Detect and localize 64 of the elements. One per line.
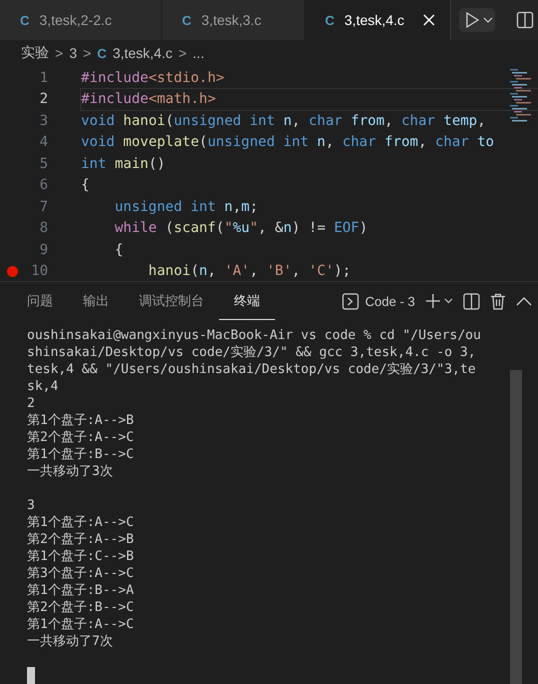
code-line: #include<stdio.h>	[81, 70, 224, 86]
terminal-line: 第2个盘子:A-->B	[27, 531, 135, 548]
split-terminal-icon[interactable]	[463, 292, 480, 310]
line-number: 9	[40, 242, 48, 258]
terminal-line: 一共移动了7次	[27, 633, 114, 650]
code-line: {	[114, 242, 124, 258]
scrollbar[interactable]	[510, 370, 522, 684]
terminal-line: 一共移动了3次	[27, 463, 114, 480]
line-number: 3	[40, 112, 48, 129]
breadcrumb-separator: >	[55, 45, 64, 61]
line-number: 4	[40, 134, 48, 150]
terminal-line: tesk,4 && "/Users/oushinsakai/Desktop/vs code/实验/3/"3,te	[27, 361, 477, 378]
code-line: while (scanf("%u", &n) != EOF)	[114, 220, 368, 236]
breadcrumb-separator: >	[82, 45, 92, 61]
trash-icon[interactable]	[490, 292, 506, 310]
code-line: int main()	[81, 156, 166, 172]
editor-tab[interactable]: C 3,tesk,2-2.c	[0, 0, 162, 40]
line-number: 2	[40, 91, 48, 108]
terminal-icon[interactable]	[342, 292, 360, 310]
terminal-line: 第1个盘子:C-->B	[27, 548, 135, 565]
terminal-line: 第1个盘子:A-->C	[27, 514, 135, 531]
chevron-down-icon[interactable]	[483, 15, 493, 25]
terminal-line: 第3个盘子:A-->C	[27, 565, 135, 582]
line-number: 6	[40, 177, 48, 194]
code-line: #include<math.h>	[81, 91, 216, 108]
code-line: hanoi(n, 'A', 'B', 'C');	[147, 263, 351, 280]
editor-tab[interactable]: C 3,tesk,3.c	[162, 0, 305, 40]
terminal-line: 第1个盘子:A-->B	[27, 412, 135, 429]
close-icon[interactable]	[423, 14, 435, 26]
terminal-line: 第1个盘子:B-->C	[27, 446, 135, 463]
line-number: 7	[40, 198, 48, 215]
terminal-line: shinsakai/Desktop/vs code/实验/3/" && gcc 3,tesk,4.c -o 3,	[27, 344, 477, 361]
breadcrumb-item[interactable]: 3	[69, 45, 77, 61]
line-number: 1	[40, 70, 48, 86]
code-line: void moveplate(unsigned int n, char from, char to	[81, 134, 494, 150]
code-line: void hanoi(unsigned int n, char from, char temp,	[81, 112, 486, 129]
terminal-line: 第2个盘子:B-->C	[27, 599, 135, 616]
terminal-selector[interactable]: Code - 3	[342, 292, 415, 310]
breadcrumb-item[interactable]: 实验	[21, 44, 49, 62]
terminal-line: 第2个盘子:A-->C	[27, 429, 135, 446]
terminal-line: 3	[27, 497, 36, 514]
panel-tab[interactable]: 调试控制台	[124, 282, 219, 320]
code-line: unsigned int n,m;	[114, 198, 258, 215]
breadcrumb-item[interactable]: ...	[192, 45, 204, 61]
panel-tab[interactable]: 终端	[219, 282, 275, 320]
line-number: 10	[31, 263, 48, 280]
terminal-line: oushinsakai@wangxinyus-MacBook-Air vs code % cd "/Users/ou	[27, 327, 482, 344]
line-number: 5	[40, 156, 48, 172]
code-line: {	[81, 177, 90, 194]
terminal-line: 第1个盘子:A-->C	[27, 616, 135, 633]
breadcrumb-item[interactable]: C 3,tesk,4.c	[97, 45, 172, 61]
breadcrumb-separator: >	[178, 45, 187, 61]
panel-tab[interactable]: 输出	[68, 282, 124, 320]
add-icon[interactable]	[425, 293, 453, 309]
terminal-line: 2	[27, 395, 36, 412]
panel-tab[interactable]: 问题	[12, 282, 68, 320]
terminal-line: sk,4	[27, 378, 60, 395]
terminal-line: 第1个盘子:B-->A	[27, 582, 135, 599]
line-number: 8	[40, 220, 48, 236]
breakpoint-dot[interactable]	[7, 266, 18, 277]
split-editor-icon[interactable]	[516, 11, 534, 29]
run-button[interactable]	[459, 8, 495, 32]
editor-tab[interactable]: C 3,tesk,4.c	[305, 0, 450, 40]
chevron-up-icon[interactable]	[516, 296, 532, 306]
